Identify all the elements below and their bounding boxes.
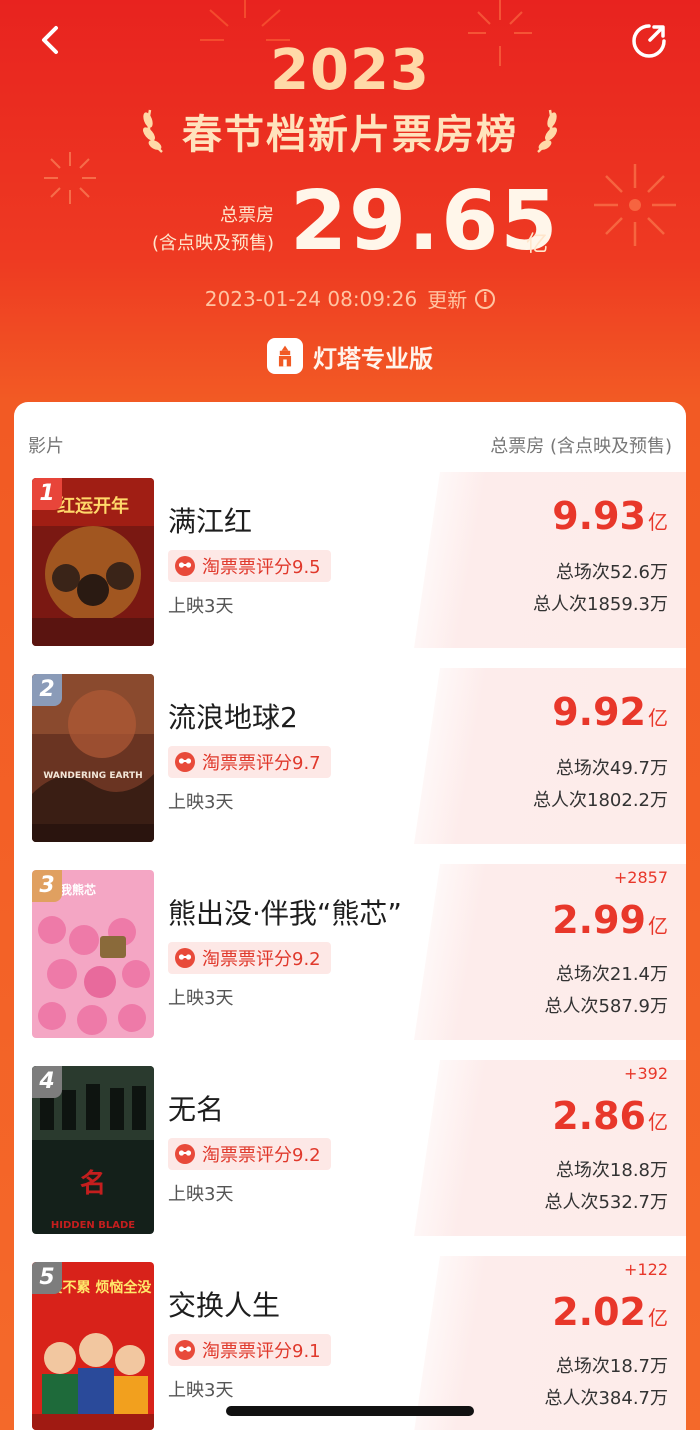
svg-text:WANDERING EARTH: WANDERING EARTH (43, 771, 142, 781)
gross-box-office: 2.86 亿 (552, 1094, 668, 1138)
taopiaopiao-icon (175, 556, 195, 576)
gross-box-office: 2.02 亿 (552, 1290, 668, 1334)
page-title: 春节档新片票房榜 (182, 112, 518, 158)
rating-text: 淘票票评分9.2 (202, 1145, 321, 1166)
days-showing: 上映3天 (168, 792, 234, 813)
film-poster[interactable]: 好笑不累 烦恼全没 5 (32, 1262, 154, 1430)
rating-badge: 淘票票评分9.2 (168, 1138, 331, 1170)
gross-value: 2.99 (552, 898, 646, 942)
year-heading: 2023 (270, 38, 430, 103)
film-poster[interactable]: 伴我熊芯 3 (32, 870, 154, 1038)
film-title: 流浪地球2 (168, 701, 298, 734)
days-showing: 上映3天 (168, 1184, 234, 1205)
total-value: 29.65 (290, 174, 560, 269)
total-unit: 亿 (526, 232, 549, 257)
gross-box-office: 9.93 亿 (552, 494, 668, 538)
gross-delta: +392 (624, 1064, 668, 1083)
days-showing: 上映3天 (168, 1380, 234, 1401)
gross-delta: +2857 (613, 868, 668, 887)
update-suffix: 更新 (427, 288, 468, 312)
rating-badge: 淘票票评分9.2 (168, 942, 331, 974)
ranking-card: 影片 总票房 (含点映及预售) 红运开年 1 满江红 淘票票评分9.5 上映3天… (14, 402, 686, 1430)
total-label-line2: (含点映及预售) (151, 233, 274, 254)
film-row[interactable]: 好笑不累 烦恼全没 5 交换人生 淘票票评分9.1 上映3天 +122 2.02… (14, 1256, 686, 1430)
film-row[interactable]: 名 HIDDEN BLADE 4 无名 淘票票评分9.2 上映3天 +392 2… (14, 1060, 686, 1236)
rank-badge: 5 (32, 1262, 62, 1294)
film-row[interactable]: WANDERING EARTH 2 流浪地球2 淘票票评分9.7 上映3天 9.… (14, 668, 686, 844)
taopiaopiao-icon (175, 752, 195, 772)
home-indicator (226, 1406, 474, 1416)
gross-unit: 亿 (648, 706, 668, 730)
days-showing: 上映3天 (168, 988, 234, 1009)
film-title: 交换人生 (168, 1289, 281, 1322)
svg-text:红运开年: 红运开年 (57, 495, 129, 517)
total-sessions: 总场次52.6万 (555, 562, 668, 583)
svg-text:HIDDEN BLADE: HIDDEN BLADE (51, 1220, 135, 1231)
rating-badge: 淘票票评分9.5 (168, 550, 331, 582)
film-poster[interactable]: 红运开年 1 (32, 478, 154, 646)
film-row[interactable]: 伴我熊芯 3 熊出没·伴我“熊芯” 淘票票评分9.2 上映3天 +2857 2.… (14, 864, 686, 1040)
header: 2023 春节档新片票房榜 总票房 (含点映及预售) 29.65 亿 2023-… (0, 0, 700, 400)
gross-unit: 亿 (648, 1306, 668, 1330)
info-icon[interactable]: i (475, 288, 496, 309)
brand-name: 灯塔专业版 (313, 344, 433, 373)
taopiaopiao-icon (175, 948, 195, 968)
taopiaopiao-icon (175, 1340, 195, 1360)
rank-badge: 2 (32, 674, 62, 706)
gross-value: 9.93 (552, 494, 646, 538)
rank-badge: 1 (32, 478, 62, 510)
total-sessions: 总场次18.8万 (555, 1160, 668, 1181)
total-sessions: 总场次21.4万 (555, 964, 668, 985)
rating-badge: 淘票票评分9.1 (168, 1334, 331, 1366)
gross-box-office: 9.92 亿 (552, 690, 668, 734)
rating-text: 淘票票评分9.5 (202, 557, 321, 578)
gross-value: 2.86 (552, 1094, 646, 1138)
film-title: 无名 (168, 1093, 225, 1126)
total-sessions: 总场次49.7万 (555, 758, 668, 779)
brand-row: 灯塔专业版 (0, 338, 700, 374)
film-poster[interactable]: 名 HIDDEN BLADE 4 (32, 1066, 154, 1234)
laurel-left-icon (143, 109, 163, 153)
total-box-office: 总票房 (含点映及预售) 29.65 亿 (0, 174, 700, 269)
rating-text: 淘票票评分9.2 (202, 949, 321, 970)
gross-delta: +122 (624, 1260, 668, 1279)
total-label: 总票房 (含点映及预售) (152, 202, 274, 258)
film-title: 满江红 (168, 505, 253, 538)
title-row: 春节档新片票房榜 (0, 102, 700, 160)
gross-value: 9.92 (552, 690, 646, 734)
rank-badge: 4 (32, 1066, 62, 1098)
total-admissions: 总人次1859.3万 (533, 594, 668, 615)
taopiaopiao-icon (175, 1144, 195, 1164)
rating-text: 淘票票评分9.7 (202, 753, 321, 774)
gross-unit: 亿 (648, 510, 668, 534)
rating-badge: 淘票票评分9.7 (168, 746, 331, 778)
gross-value: 2.02 (552, 1290, 646, 1334)
total-admissions: 总人次532.7万 (544, 1192, 668, 1213)
update-time: 2023-01-24 08:09:26 (204, 286, 418, 311)
rank-badge: 3 (32, 870, 62, 902)
laurel-right-icon (537, 109, 557, 153)
total-admissions: 总人次587.9万 (544, 996, 668, 1017)
total-admissions: 总人次1802.2万 (533, 790, 668, 811)
svg-text:名: 名 (80, 1168, 106, 1199)
column-header-film: 影片 (28, 436, 64, 457)
total-sessions: 总场次18.7万 (555, 1356, 668, 1377)
update-time-row: 2023-01-24 08:09:26 更新 i (0, 284, 700, 313)
gross-unit: 亿 (648, 1110, 668, 1134)
film-title: 熊出没·伴我“熊芯” (168, 897, 402, 930)
film-poster[interactable]: WANDERING EARTH 2 (32, 674, 154, 842)
film-row[interactable]: 红运开年 1 满江红 淘票票评分9.5 上映3天 9.93 亿 总场次52.6万… (14, 472, 686, 648)
dengta-logo-icon (267, 338, 303, 374)
days-showing: 上映3天 (168, 596, 234, 617)
gross-unit: 亿 (648, 914, 668, 938)
column-header-box-office: 总票房 (含点映及预售) (490, 436, 672, 457)
total-label-line1: 总票房 (220, 205, 274, 226)
total-admissions: 总人次384.7万 (544, 1388, 668, 1409)
rating-text: 淘票票评分9.1 (202, 1341, 321, 1362)
gross-box-office: 2.99 亿 (552, 898, 668, 942)
